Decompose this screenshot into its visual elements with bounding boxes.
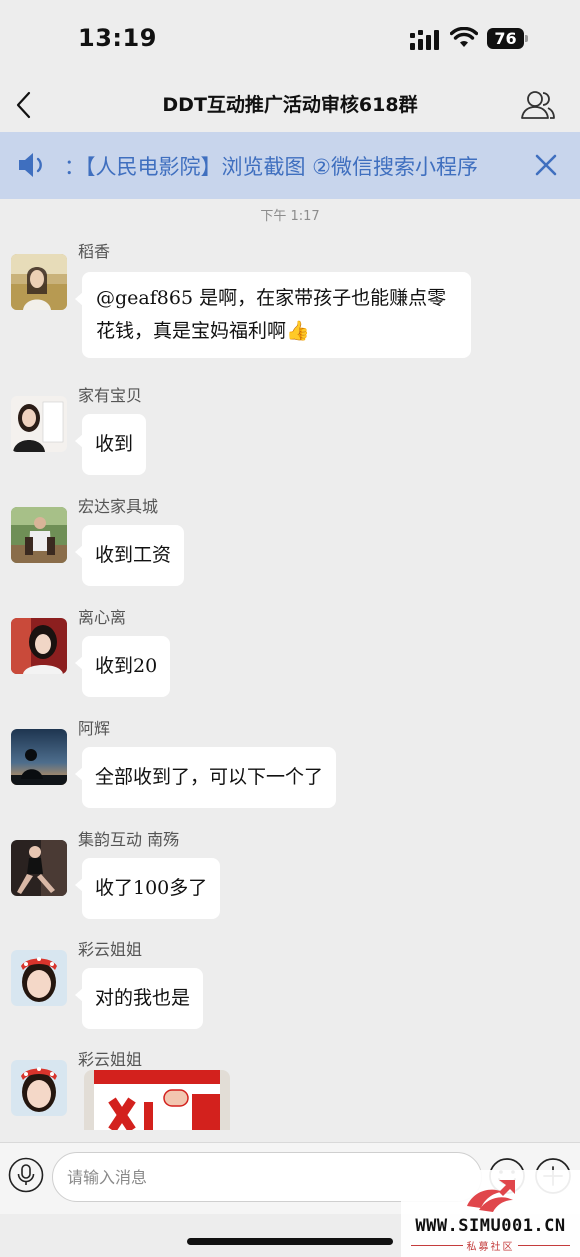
message-text: 收到20 — [95, 655, 158, 677]
chat-title: DDT互动推广活动审核618群 — [162, 94, 418, 116]
sender-name: 集韵互动 南殇 — [78, 830, 180, 849]
avatar[interactable] — [11, 254, 67, 310]
avatar[interactable] — [11, 396, 67, 452]
sender-name: 家有宝贝 — [78, 386, 143, 405]
wifi-icon — [450, 27, 478, 47]
sender-name: 彩云姐姐 — [78, 940, 143, 959]
sender-name: 宏达家具城 — [78, 497, 159, 516]
sender-name: 稻香 — [78, 242, 111, 261]
avatar[interactable] — [11, 840, 67, 896]
sender-name: 离心离 — [78, 608, 127, 627]
sender-name: 阿辉 — [78, 719, 111, 738]
chat-timestamp: 下午 1:17 — [260, 209, 320, 224]
avatar[interactable] — [11, 1060, 67, 1116]
signal-icon — [410, 30, 439, 50]
message-text: 全部收到了，可以下一个了 — [95, 766, 324, 788]
message-text: 收到工资 — [95, 544, 172, 566]
avatar[interactable] — [11, 729, 67, 785]
avatar[interactable] — [11, 950, 67, 1006]
status-bar: 13:19 76 — [0, 0, 580, 78]
message-bubble[interactable]: 收到工资 — [75, 525, 185, 586]
watermark-site: WWW.SIMU001.CN — [415, 1216, 566, 1236]
avatar[interactable] — [11, 507, 67, 563]
avatar[interactable] — [11, 618, 67, 674]
watermark: WWW.SIMU001.CN 私募社区 — [401, 1170, 580, 1257]
battery-icon: 76 — [487, 28, 529, 49]
message-text: @geaf865 是啊，在家带孩子也能赚点零花钱，真是宝妈福利啊👍 — [96, 287, 447, 342]
watermark-logo — [467, 1180, 515, 1212]
close-icon[interactable] — [532, 150, 560, 180]
voice-icon[interactable] — [8, 1157, 44, 1193]
message-image[interactable] — [84, 1070, 230, 1130]
message-text: 对的我也是 — [95, 987, 191, 1009]
battery-level: 76 — [487, 28, 524, 49]
message-text: 收了100多了 — [95, 877, 208, 899]
message-bubble[interactable]: 全部收到了，可以下一个了 — [75, 747, 337, 808]
speaker-icon — [19, 153, 42, 177]
message-bubble[interactable]: 对的我也是 — [75, 968, 204, 1029]
announcement-banner[interactable]: ：【人民电影院】浏览截图 ②微信搜索小程序 — [0, 132, 580, 199]
nav-bar: DDT互动推广活动审核618群 — [0, 78, 580, 132]
message-bubble[interactable]: 收了100多了 — [75, 858, 221, 919]
status-time: 13:19 — [78, 24, 157, 52]
sender-name: 彩云姐姐 — [78, 1050, 143, 1069]
back-icon[interactable] — [8, 86, 44, 124]
message-bubble[interactable]: 收到20 — [75, 636, 171, 697]
message-bubble[interactable]: @geaf865 是啊，在家带孩子也能赚点零花钱，真是宝妈福利啊👍 — [75, 272, 471, 358]
message-bubble[interactable]: 收到 — [75, 414, 147, 475]
members-icon[interactable] — [518, 86, 558, 124]
announcement-text: ：【人民电影院】浏览截图 ②微信搜索小程序 — [64, 155, 478, 179]
home-indicator — [187, 1238, 393, 1245]
message-text: 收到 — [95, 433, 134, 455]
